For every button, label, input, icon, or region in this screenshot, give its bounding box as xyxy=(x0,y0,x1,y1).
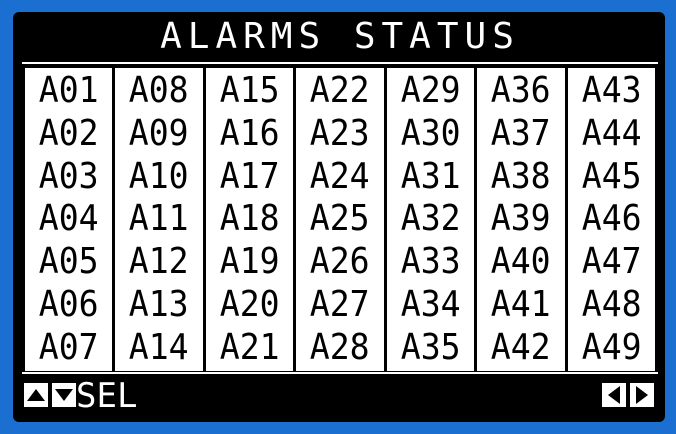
alarm-column: A08 A09 A10 A11 A12 A13 A14 xyxy=(115,68,203,371)
alarm-cell: A28 xyxy=(310,326,370,368)
alarm-cell: A10 xyxy=(129,155,190,197)
alarm-column: A01 A02 A03 A04 A05 A06 A07 xyxy=(25,68,113,371)
alarm-cell: A35 xyxy=(400,326,461,368)
right-arrow-icon[interactable] xyxy=(630,383,654,407)
alarm-column: A43 A44 A45 A46 A47 A48 A49 xyxy=(567,68,655,371)
alarm-cell: A17 xyxy=(219,155,280,197)
alarm-cell: A34 xyxy=(400,283,461,325)
alarm-cell: A18 xyxy=(219,198,280,240)
alarm-cell: A12 xyxy=(129,241,190,283)
alarm-cell: A45 xyxy=(581,155,642,197)
softkey-bar: SEL xyxy=(16,377,664,415)
alarm-cell: A37 xyxy=(490,113,551,155)
alarm-cell: A23 xyxy=(310,113,370,155)
alarm-cell: A43 xyxy=(581,70,642,112)
alarm-cell: A47 xyxy=(581,241,642,283)
alarm-column: A15 A16 A17 A18 A19 A20 A21 xyxy=(205,68,294,371)
alarm-cell: A02 xyxy=(38,113,99,155)
alarm-cell: A19 xyxy=(219,241,280,283)
alarm-cell: A20 xyxy=(219,283,280,325)
alarm-cell: A05 xyxy=(38,241,99,283)
alarm-cell: A38 xyxy=(490,155,551,197)
alarm-column: A36 A37 A38 A39 A40 A41 A42 xyxy=(477,68,565,371)
lcd-screen: ALARMS STATUS A01 A02 A03 A04 A05 A06 A07 A08 A0… xyxy=(16,15,664,418)
alarm-cell: A42 xyxy=(490,326,551,368)
alarm-cell: A46 xyxy=(581,198,642,240)
alarm-cell: A26 xyxy=(310,241,370,283)
alarm-cell: A24 xyxy=(310,155,370,197)
alarm-cell: A09 xyxy=(129,113,190,155)
alarm-cell: A15 xyxy=(219,70,280,112)
up-arrow-icon[interactable] xyxy=(24,383,48,407)
alarm-cell: A48 xyxy=(581,283,642,325)
alarm-cell: A33 xyxy=(400,241,461,283)
alarm-cell: A30 xyxy=(400,113,461,155)
alarm-cell: A13 xyxy=(129,283,190,325)
down-arrow-icon[interactable] xyxy=(52,383,76,407)
alarm-column: A22 A23 A24 A25 A26 A27 A28 xyxy=(296,68,384,371)
alarm-cell: A39 xyxy=(490,198,551,240)
alarm-cell: A25 xyxy=(310,198,370,240)
alarm-cell: A22 xyxy=(310,70,370,112)
alarm-cell: A41 xyxy=(490,283,551,325)
alarm-cell: A06 xyxy=(38,283,99,325)
alarm-cell: A11 xyxy=(129,198,190,240)
alarm-cell: A16 xyxy=(219,113,280,155)
alarm-cell: A03 xyxy=(38,155,99,197)
select-label: SEL xyxy=(76,376,138,416)
alarm-cell: A01 xyxy=(38,70,99,112)
alarm-cell: A40 xyxy=(490,241,551,283)
page-title: ALARMS STATUS xyxy=(160,16,520,57)
alarm-cell: A27 xyxy=(310,283,370,325)
alarm-cell: A21 xyxy=(219,326,280,368)
alarm-cell: A29 xyxy=(400,70,461,112)
alarm-cell: A36 xyxy=(490,70,551,112)
alarm-cell: A04 xyxy=(38,198,99,240)
alarm-column: A29 A30 A31 A32 A33 A34 A35 xyxy=(386,68,475,371)
alarm-cell: A08 xyxy=(129,70,190,112)
alarm-cell: A31 xyxy=(400,155,461,197)
left-arrow-icon[interactable] xyxy=(602,383,626,407)
alarm-cell: A44 xyxy=(581,113,642,155)
alarm-cell: A32 xyxy=(400,198,461,240)
divider xyxy=(22,372,658,374)
alarm-cell: A07 xyxy=(38,326,99,368)
divider xyxy=(22,62,658,64)
alarm-cell: A14 xyxy=(129,326,190,368)
alarm-cell: A49 xyxy=(581,326,642,368)
alarm-grid: A01 A02 A03 A04 A05 A06 A07 A08 A09 A10 A11 A12 A13 A… xyxy=(22,68,658,371)
